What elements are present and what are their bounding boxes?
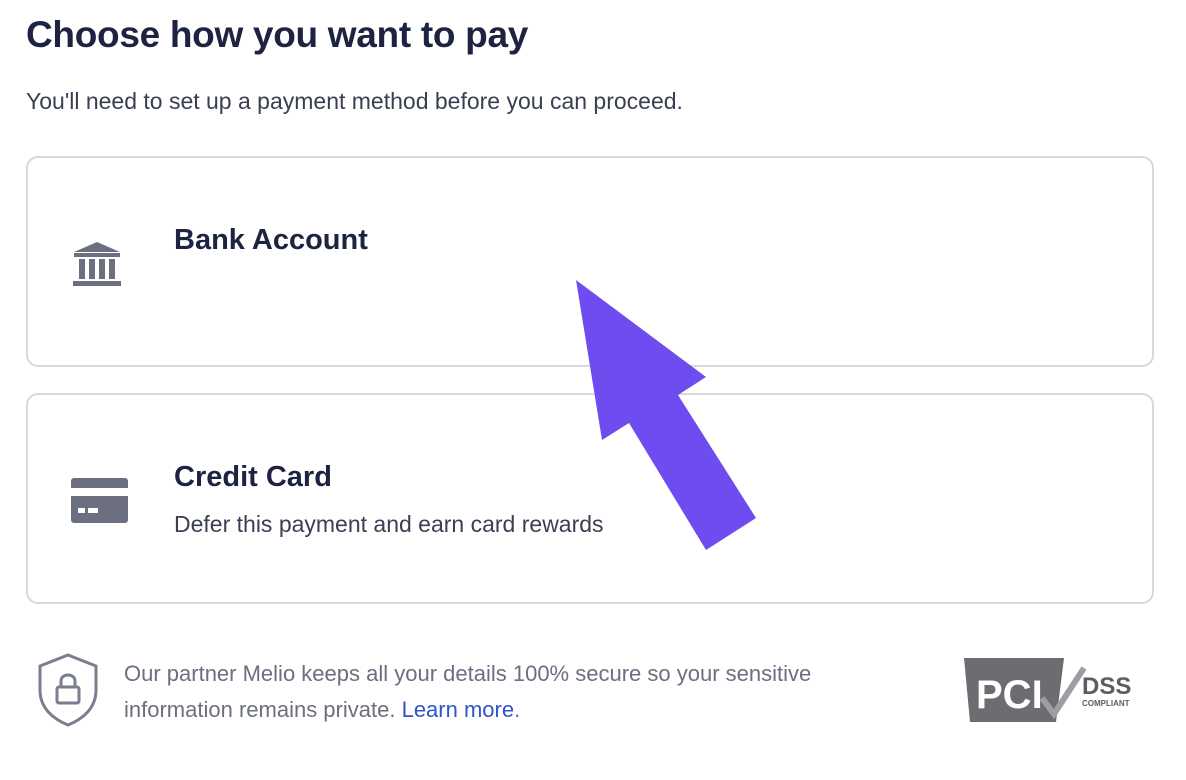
credit-card-title: Credit Card [174,461,332,493]
svg-text:COMPLIANT: COMPLIANT [1082,699,1130,708]
credit-card-icon [70,477,130,530]
svg-text:PCI: PCI [976,673,1043,717]
security-note: Our partner Melio keeps all your details… [124,656,844,728]
bank-account-title: Bank Account [174,224,368,256]
shield-lock-icon [36,652,100,733]
pointer-arrow-icon [560,270,770,565]
page-title: Choose how you want to pay [26,14,528,55]
bank-icon [70,240,124,293]
learn-more-link[interactable]: Learn more [402,697,515,722]
security-note-suffix: . [514,697,521,722]
page-subtitle: You'll need to set up a payment method b… [26,88,683,114]
pci-dss-badge: PCI DSS COMPLIANT [960,654,1150,731]
credit-card-description: Defer this payment and earn card rewards [174,511,604,537]
svg-text:DSS: DSS [1082,673,1131,700]
